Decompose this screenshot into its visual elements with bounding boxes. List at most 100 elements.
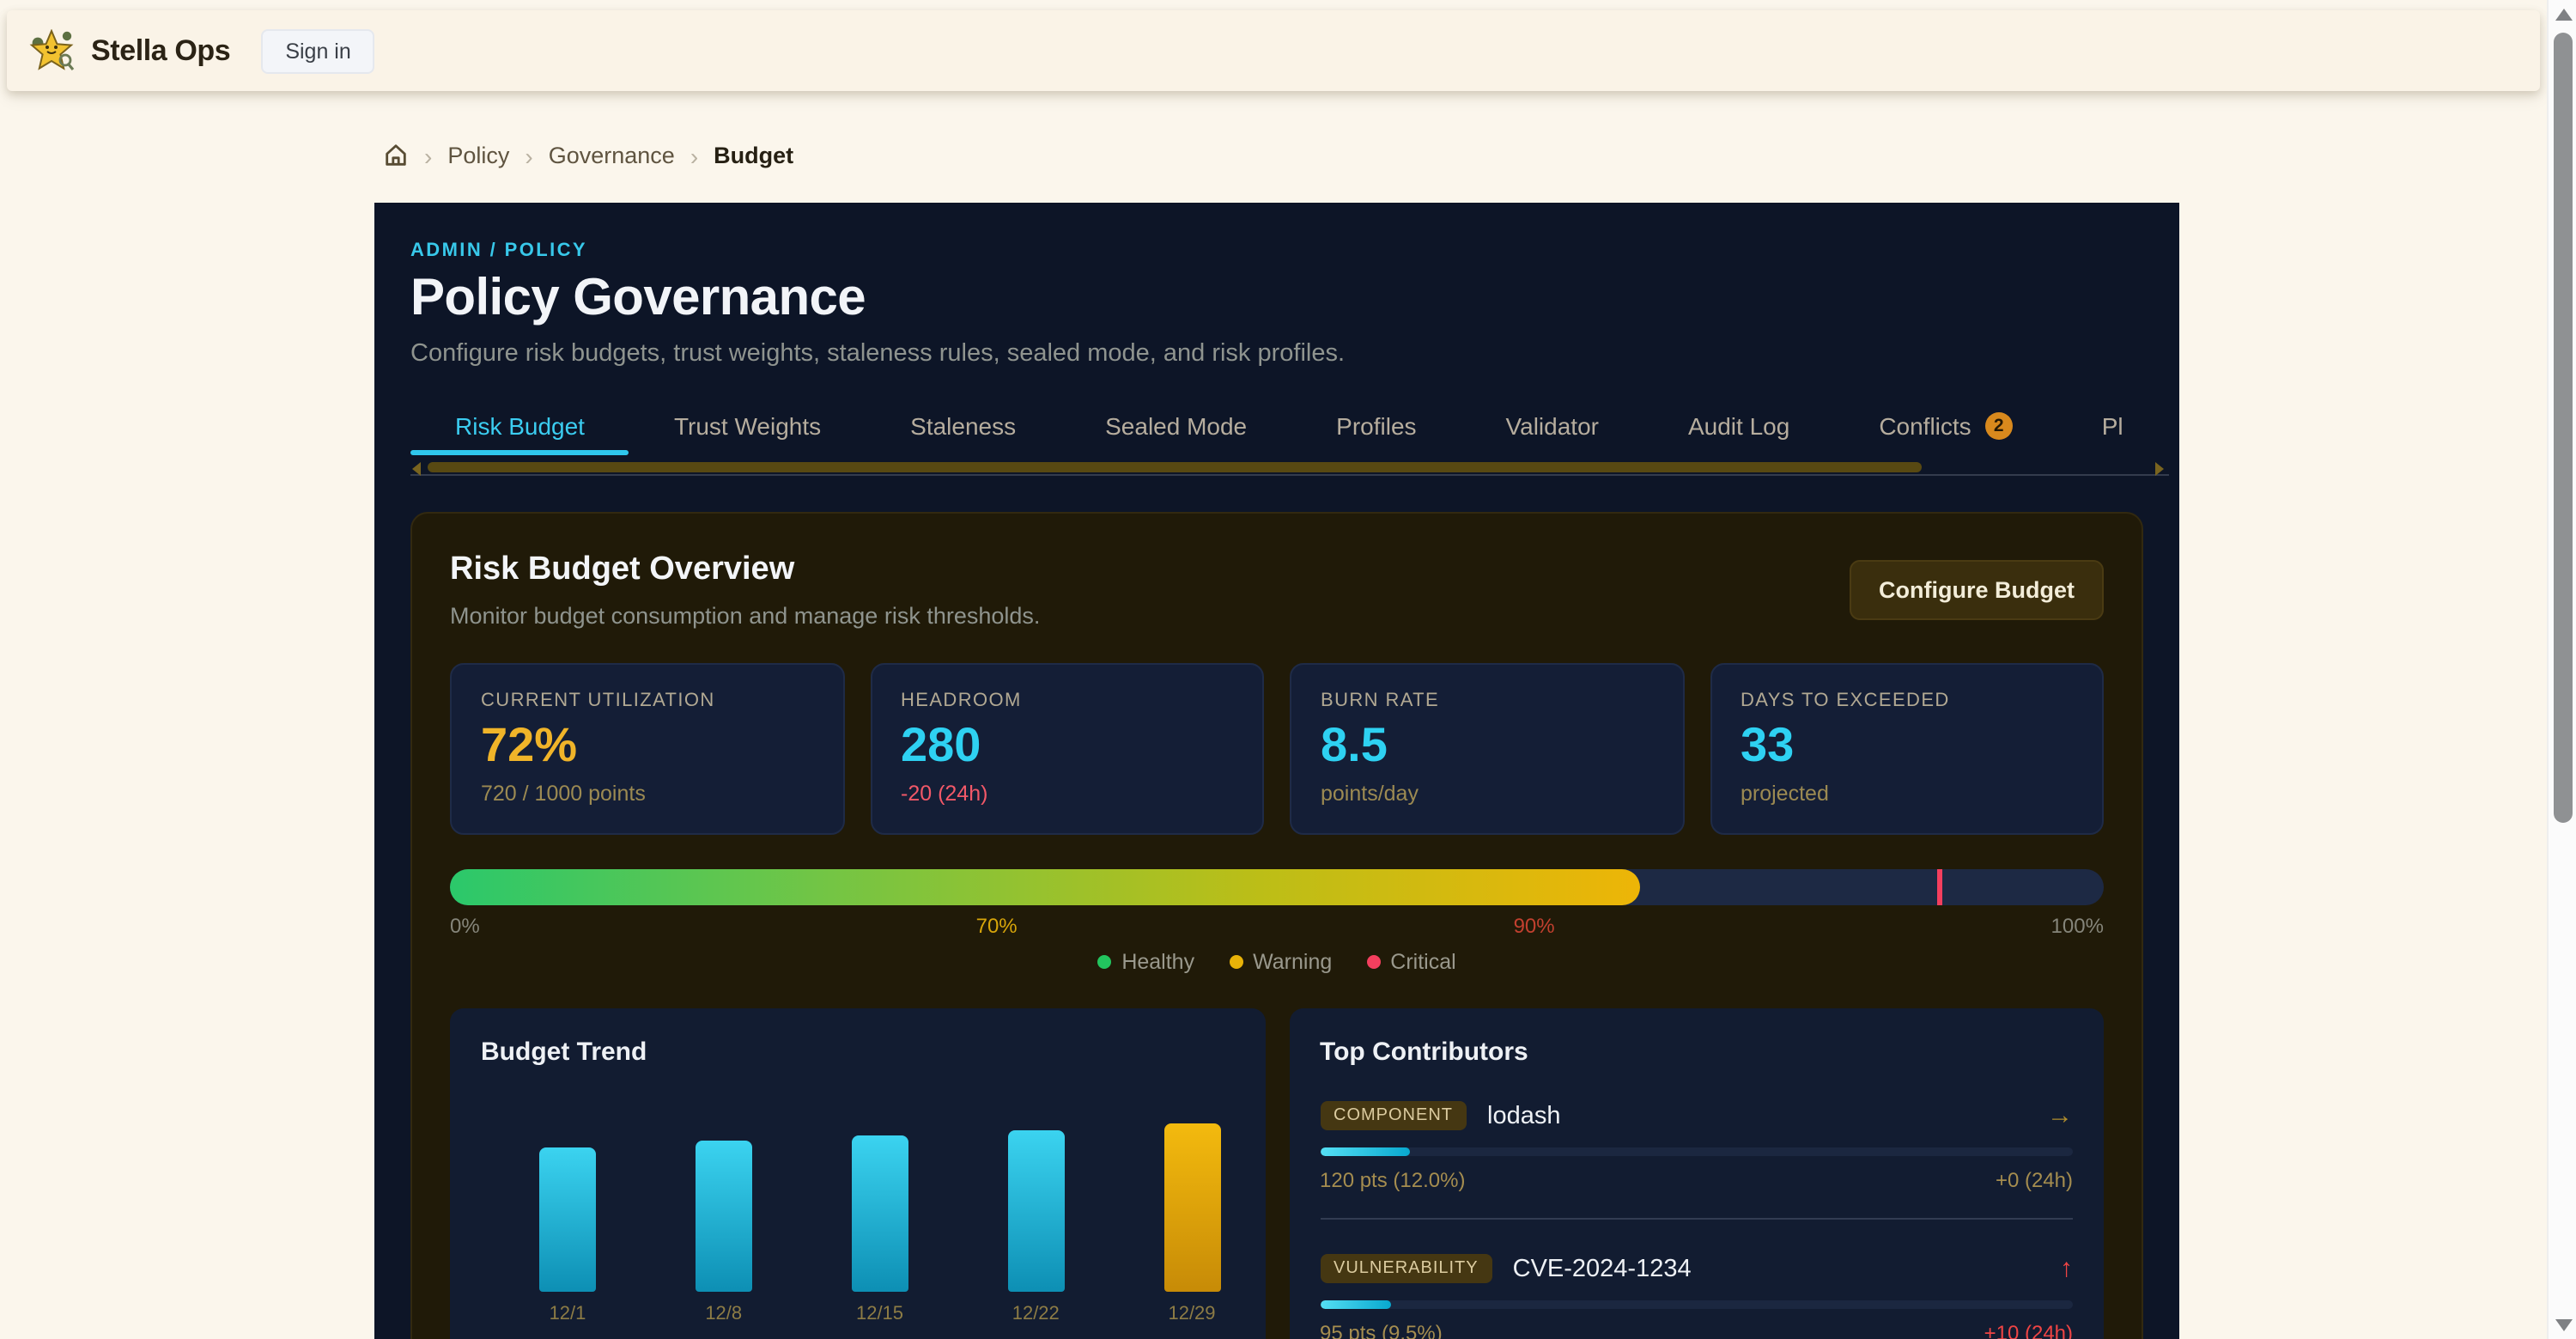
contributor-row-header: COMPONENTlodash→: [1320, 1101, 2073, 1130]
legend-item-warning: Warning: [1229, 950, 1332, 974]
tab-trust-weights[interactable]: Trust Weights: [629, 402, 866, 455]
contributor-type-badge: COMPONENT: [1320, 1101, 1467, 1130]
overview-subtitle: Monitor budget consumption and manage ri…: [450, 603, 1040, 629]
contributor-row-cve-2024-1234[interactable]: VULNERABILITYCVE-2024-1234↑ 95 pts (9.5%)…: [1320, 1254, 2073, 1339]
contributor-bar-fill: [1320, 1300, 1391, 1309]
trend-bar: [696, 1141, 752, 1292]
legend-dot-icon: [1229, 955, 1242, 969]
trend-x-label: 12/1: [550, 1304, 586, 1324]
contributor-list: COMPONENTlodash→120 pts (12.0%)+0 (24h)V…: [1320, 1101, 2073, 1339]
active-tab-underline: [410, 450, 629, 455]
breadcrumb-current: Budget: [714, 143, 793, 168]
tab-label: Pl: [2102, 412, 2123, 440]
contributor-delta: +10 (24h): [1984, 1321, 2073, 1339]
contributor-bar-track: [1320, 1300, 2073, 1309]
overview-title: Risk Budget Overview: [450, 551, 1040, 589]
tab-pl[interactable]: Pl: [2057, 402, 2143, 455]
top-contributors-title: Top Contributors: [1320, 1038, 2073, 1067]
stat-label: HEADROOM: [901, 691, 1233, 711]
configure-budget-button[interactable]: Configure Budget: [1850, 560, 2104, 620]
contributor-row-header: VULNERABILITYCVE-2024-1234↑: [1320, 1254, 2073, 1283]
overview-card-titles: Risk Budget Overview Monitor budget cons…: [450, 551, 1040, 629]
tab-label: Audit Log: [1688, 412, 1789, 440]
stat-card-days-to-exceeded: DAYS TO EXCEEDED 33 projected: [1710, 663, 2104, 835]
trend-up-icon: ↑: [2060, 1254, 2073, 1283]
utilization-axis-labels: 0%70%90%100%: [450, 914, 2104, 938]
contributor-stats: 120 pts (12.0%) +0 (24h): [1320, 1168, 2073, 1192]
tab-validator[interactable]: Validator: [1461, 402, 1643, 455]
tab-sealed-mode[interactable]: Sealed Mode: [1060, 402, 1291, 455]
stella-ops-logo: [29, 28, 76, 73]
contributor-row-lodash[interactable]: COMPONENTlodash→120 pts (12.0%)+0 (24h): [1320, 1101, 2073, 1192]
stat-card-burn-rate: BURN RATE8.5points/day: [1290, 663, 1684, 835]
stat-value: 33: [1741, 720, 2073, 771]
trend-x-label: 12/22: [1012, 1304, 1060, 1324]
row-divider: [1320, 1218, 2073, 1220]
page-scrollbar-thumb[interactable]: [2554, 33, 2573, 823]
trend-x-label: 12/8: [705, 1304, 742, 1324]
legend-label: Warning: [1253, 950, 1332, 974]
page-root: Stella Ops Sign in › Policy › Governance…: [0, 0, 2576, 1339]
stats-grid: CURRENT UTILIZATION72%720 / 1000 pointsH…: [450, 663, 2104, 835]
trend-bar: [852, 1135, 908, 1292]
scroll-right-icon[interactable]: [2155, 462, 2164, 476]
tab-label: Validator: [1506, 412, 1599, 440]
utilization-bar-track: [450, 869, 2104, 905]
tab-conflicts[interactable]: Conflicts2: [1834, 402, 2057, 455]
scrollbar-up-icon[interactable]: [2555, 9, 2572, 21]
budget-trend-title: Budget Trend: [481, 1038, 1234, 1067]
trend-bar: [539, 1147, 596, 1292]
tab-profiles[interactable]: Profiles: [1291, 402, 1461, 455]
tab-label: Sealed Mode: [1105, 412, 1247, 440]
top-contributors-card: Top Contributors COMPONENTlodash→120 pts…: [1289, 1008, 2104, 1339]
tab-label: Profiles: [1336, 412, 1416, 440]
tab-risk-budget[interactable]: Risk Budget: [410, 402, 629, 455]
breadcrumb-link-policy[interactable]: Policy: [447, 143, 509, 168]
home-icon[interactable]: [383, 143, 409, 168]
utilization-legend: Healthy Warning Critical: [450, 950, 2104, 974]
tab-audit-log[interactable]: Audit Log: [1643, 402, 1834, 455]
tab-scrollbar-thumb[interactable]: [428, 462, 1922, 472]
contributor-points: 120 pts (12.0%): [1320, 1168, 1465, 1192]
stat-subtext: points/day: [1321, 782, 1653, 806]
utilization-bar-fill: [450, 869, 1641, 905]
trend-bar: [1163, 1123, 1220, 1292]
legend-dot-icon: [1097, 955, 1111, 969]
axis-label-90: 90%: [1514, 914, 1555, 938]
conflicts-count-badge: 2: [1985, 412, 2013, 440]
tab-staleness[interactable]: Staleness: [866, 402, 1060, 455]
stat-label: DAYS TO EXCEEDED: [1741, 691, 2073, 711]
legend-item-healthy: Healthy: [1097, 950, 1194, 974]
stat-subtext: projected: [1741, 782, 2073, 806]
legend-label: Critical: [1390, 950, 1455, 974]
page-scrollbar[interactable]: [2547, 0, 2576, 1339]
chevron-right-icon: ›: [424, 143, 432, 167]
risk-budget-overview-card: Risk Budget Overview Monitor budget cons…: [410, 512, 2143, 1339]
scroll-left-icon[interactable]: [412, 462, 421, 476]
stat-card-headroom: HEADROOM280-20 (24h): [870, 663, 1264, 835]
axis-label-100: 100%: [2051, 914, 2104, 938]
breadcrumb-link-governance[interactable]: Governance: [549, 143, 675, 168]
utilization-bar-section: 0%70%90%100% HealthyWarningCritical: [450, 869, 2104, 974]
topbar: Stella Ops Sign in: [7, 10, 2540, 91]
tab-label: Risk Budget: [455, 412, 585, 440]
page-eyebrow: ADMIN / POLICY: [410, 240, 2143, 261]
contributor-stats: 95 pts (9.5%)+10 (24h): [1320, 1321, 2073, 1339]
stat-subtext: 720 / 1000 points: [481, 782, 813, 806]
legend-dot-icon: [1366, 955, 1380, 969]
scrollbar-down-icon[interactable]: [2555, 1318, 2572, 1330]
critical-threshold-marker: [1936, 869, 1941, 905]
trend-bar-group-12-8: 12/8: [696, 1141, 752, 1292]
breadcrumb: › Policy › Governance › Budget: [383, 143, 2576, 168]
trend-bar: [1007, 1130, 1064, 1292]
stat-value: 8.5: [1321, 720, 1653, 771]
sign-in-button[interactable]: Sign in: [261, 28, 374, 73]
tab-scrollbar[interactable]: [410, 462, 2169, 476]
contributor-delta: +0 (24h): [1996, 1168, 2073, 1192]
page-title: Policy Governance: [410, 273, 2143, 325]
trend-bar-group-12-15: 12/15: [852, 1135, 908, 1292]
tab-strip: Risk Budget Trust WeightsStaleness Sealed …: [410, 402, 2143, 455]
contributor-name: lodash: [1487, 1102, 1560, 1129]
axis-label-70: 70%: [976, 914, 1018, 938]
trend-bar-group-12-29: 12/29: [1163, 1123, 1220, 1292]
